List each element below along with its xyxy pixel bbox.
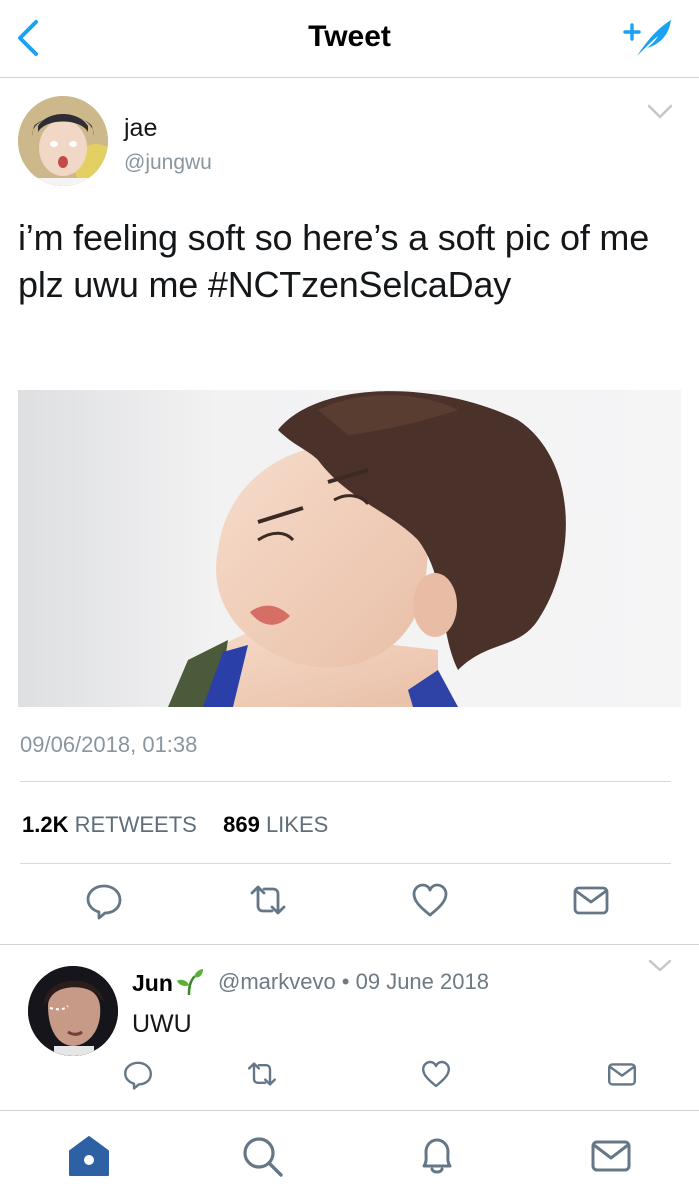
like-icon [412,883,448,917]
messages-icon [591,1140,631,1172]
like-icon [422,1060,450,1088]
notifications-icon [422,1138,452,1174]
reply-text: UWU [132,1010,192,1038]
reply-avatar-photo [28,966,118,1056]
author-avatar[interactable] [18,96,108,186]
bottom-tab-bar [0,1110,699,1200]
direct-message-icon [608,1063,636,1086]
divider [0,944,699,945]
retweet-label[interactable]: RETWEETS [75,812,197,837]
chevron-down-icon [648,959,672,972]
reply-author-name[interactable]: Jun [132,967,204,997]
retweet-icon [250,885,286,915]
like-count[interactable]: 869 [223,812,260,837]
retweet-button[interactable] [248,880,288,920]
tab-messages[interactable] [588,1133,634,1179]
divider [20,863,671,864]
chevron-down-icon [647,104,673,119]
reply-icon [124,1061,152,1090]
top-navigation-bar: Tweet [0,0,699,78]
tweet-timestamp: 09/06/2018, 01:38 [20,732,198,757]
compose-tweet-button[interactable] [621,14,677,62]
reply-button[interactable] [84,880,124,920]
photo-image [18,390,681,707]
retweet-icon [248,1062,276,1086]
tweet-photo[interactable] [18,390,681,707]
reply-menu-button[interactable] [646,956,674,976]
tweet-action-bar [0,880,699,930]
reply-author-name-text: Jun [132,970,173,996]
reply-handle-and-date[interactable]: @markvevo • 09 June 2018 [218,969,489,995]
divider [20,781,671,782]
tweet-stats: 1.2K RETWEETS 869 LIKES [22,812,328,838]
like-button[interactable] [410,880,450,920]
tweet-text: i’m feeling soft so here’s a soft pic of… [18,217,650,305]
tab-search[interactable] [239,1133,285,1179]
author-handle[interactable]: @jungwu [124,151,212,175]
retweet-count[interactable]: 1.2K [22,812,68,837]
compose-tweet-icon [623,20,671,56]
tweet-menu-button[interactable] [644,100,676,124]
reply-retweet-button[interactable] [246,1058,278,1090]
avatar-photo [18,96,108,186]
tab-home[interactable] [66,1133,112,1179]
reply-dm-button[interactable] [606,1058,638,1090]
reply-like-button[interactable] [420,1058,452,1090]
sprout-emoji-icon [176,969,203,995]
direct-message-button[interactable] [571,880,611,920]
direct-message-icon [573,886,609,915]
home-icon [69,1136,109,1176]
tab-notifications[interactable] [414,1133,460,1179]
reply-reply-button[interactable] [122,1058,154,1090]
reply-author-avatar[interactable] [28,966,118,1056]
author-name[interactable]: jae [124,114,157,143]
search-icon [243,1137,283,1177]
page-title: Tweet [308,20,391,53]
like-label[interactable]: LIKES [266,812,328,837]
reply-icon [86,884,122,920]
reply-action-bar [0,1058,699,1094]
